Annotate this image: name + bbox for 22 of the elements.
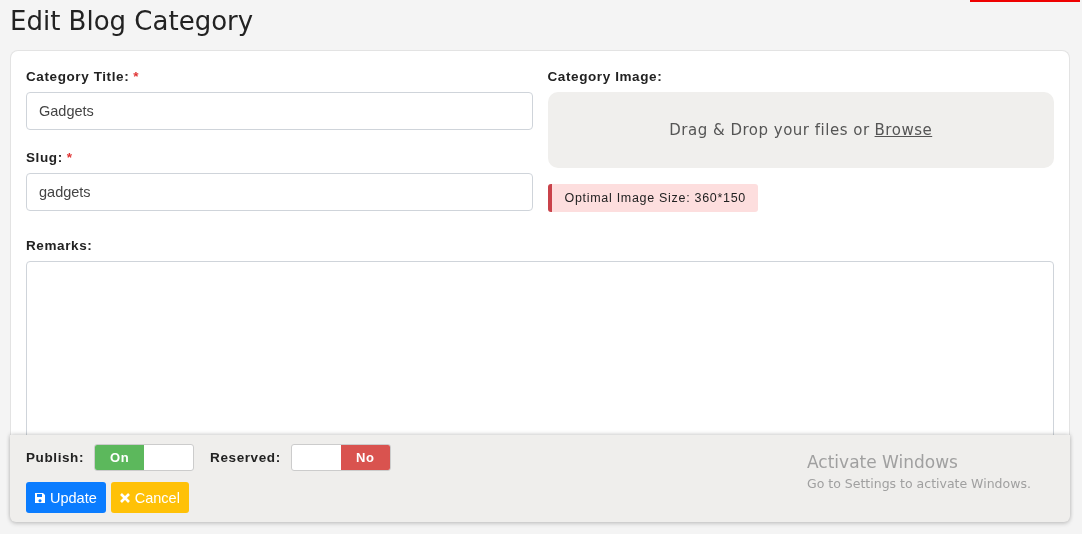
field-label: Category Title: [26,69,130,84]
update-button[interactable]: Update [26,482,106,513]
toggle-label: Reserved: [210,450,281,465]
page-title: Edit Blog Category [9,5,255,38]
activation-hint: Go to Settings to activate Windows. [807,476,1031,491]
close-icon [118,491,131,504]
required-mark: * [66,150,72,165]
required-mark: * [133,69,139,84]
field-label: Slug: [26,150,63,165]
browse-link[interactable]: Browse [874,121,933,139]
activation-title: Activate Windows [807,452,959,472]
toggle-label: Publish: [26,450,85,465]
text-field[interactable]: Gadgets [26,92,533,130]
dropzone-text: Drag & Drop your files or [669,121,870,139]
save-icon [34,491,46,504]
text-field[interactable]: gadgets [26,173,533,211]
field-label: Category Image: [547,69,663,84]
file-dropzone[interactable]: Drag & Drop your files or Browse [547,92,1054,168]
field-label: Remarks: [26,238,93,253]
size-notice: Optimal Image Size: 360*150 [547,184,758,212]
toggle-switch[interactable]: No [290,444,391,471]
remarks-field[interactable] [26,261,1054,435]
